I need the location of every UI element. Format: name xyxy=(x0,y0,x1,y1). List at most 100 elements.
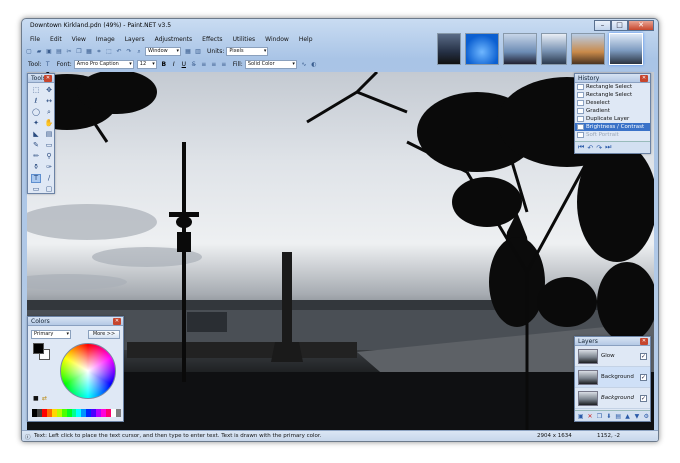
menu-view[interactable]: View xyxy=(67,35,91,45)
line-curve-icon[interactable]: ∕ xyxy=(44,174,54,183)
new-icon[interactable]: ▢ xyxy=(25,48,33,56)
paint-bucket-icon[interactable]: ◣ xyxy=(31,130,41,139)
image-thumbnail-active[interactable] xyxy=(609,33,643,65)
eraser-icon[interactable]: ▭ xyxy=(44,141,54,150)
history-item-undone[interactable]: Soft Portrait xyxy=(575,131,650,139)
layer-visibility-checkbox[interactable]: ✓ xyxy=(640,353,647,360)
align-left-icon[interactable]: ≡ xyxy=(200,61,208,69)
menu-utilities[interactable]: Utilities xyxy=(228,35,261,45)
color-picker-icon[interactable]: ⚲ xyxy=(44,152,54,161)
image-thumbnail[interactable] xyxy=(437,33,461,65)
history-item-selected[interactable]: Brightness / Contrast xyxy=(575,123,650,131)
gradient-icon[interactable]: ▤ xyxy=(44,130,54,139)
history-panel-header[interactable]: History ✕ xyxy=(575,74,650,83)
rectangle-shape-icon[interactable]: ▭ xyxy=(31,185,41,193)
crop-icon[interactable]: ⌗ xyxy=(95,48,103,56)
tools-panel-header[interactable]: Tools ✕ xyxy=(28,74,54,83)
recolor-icon[interactable]: ✑ xyxy=(44,163,54,172)
minimize-button[interactable]: – xyxy=(594,20,611,31)
antialias-icon[interactable]: ∿ xyxy=(300,61,308,69)
image-thumbnail[interactable] xyxy=(571,33,605,65)
history-close-icon[interactable]: ✕ xyxy=(640,75,648,82)
layer-row[interactable]: Glow ✓ xyxy=(575,346,650,367)
merge-layer-icon[interactable]: ⬇ xyxy=(605,413,612,420)
reset-colors-icon[interactable]: ■ xyxy=(33,395,39,402)
open-icon[interactable]: ▰ xyxy=(35,48,43,56)
paintbrush-icon[interactable]: ✎ xyxy=(31,141,41,150)
strikeout-icon[interactable]: S̶ xyxy=(190,61,198,69)
undo-icon[interactable]: ↶ xyxy=(115,48,123,56)
layer-visibility-checkbox[interactable]: ✓ xyxy=(640,395,647,402)
more-colors-button[interactable]: More >> xyxy=(88,330,120,339)
palette-swatch[interactable] xyxy=(115,409,121,417)
cut-icon[interactable]: ✂ xyxy=(65,48,73,56)
magic-wand-icon[interactable]: ✦ xyxy=(31,119,41,128)
rewind-icon[interactable]: ⏮ xyxy=(578,143,584,152)
colors-close-icon[interactable]: ✕ xyxy=(113,318,121,325)
image-thumbnail[interactable] xyxy=(465,33,499,65)
rounded-rectangle-icon[interactable]: ▢ xyxy=(44,185,54,193)
font-size-dropdown[interactable]: 12 xyxy=(136,60,157,69)
primary-color-swatch[interactable] xyxy=(33,343,44,354)
save-icon[interactable]: ▣ xyxy=(45,48,53,56)
color-mode-dropdown[interactable]: Primary xyxy=(31,330,71,339)
redo-history-icon[interactable]: ↷ xyxy=(596,144,602,152)
swap-colors-icon[interactable]: ⇄ xyxy=(42,395,47,402)
image-thumbnail[interactable] xyxy=(541,33,567,65)
menu-edit[interactable]: Edit xyxy=(45,35,67,45)
delete-layer-icon[interactable]: ✕ xyxy=(586,413,593,420)
move-layer-up-icon[interactable]: ▲ xyxy=(624,413,631,420)
menu-adjustments[interactable]: Adjustments xyxy=(150,35,198,45)
add-layer-icon[interactable]: ▣ xyxy=(577,413,584,420)
history-item[interactable]: Duplicate Layer xyxy=(575,115,650,123)
history-item[interactable]: Gradient xyxy=(575,107,650,115)
layers-close-icon[interactable]: ✕ xyxy=(640,338,648,345)
grid-icon[interactable]: ▦ xyxy=(184,48,192,56)
color-palette[interactable] xyxy=(32,409,121,417)
zoom-tool-icon[interactable]: ⌕ xyxy=(44,108,54,117)
ruler-icon[interactable]: ▥ xyxy=(194,48,202,56)
menu-image[interactable]: Image xyxy=(91,35,120,45)
colors-panel-header[interactable]: Colors ✕ xyxy=(28,317,123,326)
clone-stamp-icon[interactable]: ⚱ xyxy=(31,163,41,172)
layer-row[interactable]: Background ✓ xyxy=(575,388,650,409)
layer-visibility-checkbox[interactable]: ✓ xyxy=(640,374,647,381)
fill-dropdown[interactable]: Solid Color xyxy=(244,60,297,69)
deselect-icon[interactable]: ⬚ xyxy=(105,48,113,56)
menu-window[interactable]: Window xyxy=(260,35,294,45)
maximize-button[interactable]: □ xyxy=(611,20,628,31)
move-selection-icon[interactable]: ✥ xyxy=(44,86,54,95)
underline-button[interactable]: U xyxy=(180,61,188,69)
italic-button[interactable]: I xyxy=(170,61,178,69)
pencil-icon[interactable]: ✏ xyxy=(31,152,41,161)
redo-icon[interactable]: ↷ xyxy=(125,48,133,56)
history-item[interactable]: Rectangle Select xyxy=(575,91,650,99)
pan-icon[interactable]: ✋ xyxy=(44,119,54,128)
layers-panel-header[interactable]: Layers ✕ xyxy=(575,337,650,346)
fast-forward-icon[interactable]: ⏭ xyxy=(605,143,611,152)
bold-button[interactable]: B xyxy=(160,61,168,69)
paste-icon[interactable]: ▦ xyxy=(85,48,93,56)
copy-icon[interactable]: ❐ xyxy=(75,48,83,56)
window-dropdown[interactable]: Window xyxy=(145,47,181,56)
tools-close-icon[interactable]: ✕ xyxy=(44,75,52,82)
menu-layers[interactable]: Layers xyxy=(120,35,150,45)
align-right-icon[interactable]: ≡ xyxy=(220,61,228,69)
move-selected-icon[interactable]: ↔ xyxy=(44,97,54,106)
units-dropdown[interactable]: Pixels xyxy=(226,47,269,56)
menu-effects[interactable]: Effects xyxy=(197,35,227,45)
zoom-icon[interactable]: ⌕ xyxy=(135,48,143,56)
history-item[interactable]: Rectangle Select xyxy=(575,83,650,91)
history-item[interactable]: Deselect xyxy=(575,99,650,107)
font-dropdown[interactable]: Arno Pro Caption xyxy=(73,60,134,69)
layer-row-selected[interactable]: Background ✓ xyxy=(575,367,650,388)
move-layer-down-icon[interactable]: ▼ xyxy=(633,413,640,420)
rectangle-select-icon[interactable]: ⬚ xyxy=(31,86,41,95)
duplicate-layer-icon[interactable]: ❐ xyxy=(596,413,603,420)
menu-file[interactable]: File xyxy=(25,35,45,45)
ellipse-select-icon[interactable]: ◯ xyxy=(31,108,41,117)
layer-properties-icon[interactable]: ▤ xyxy=(615,413,622,420)
align-center-icon[interactable]: ≡ xyxy=(210,61,218,69)
text-tool-button-icon[interactable]: T xyxy=(31,174,41,183)
blend-mode-icon[interactable]: ◐ xyxy=(310,61,318,69)
